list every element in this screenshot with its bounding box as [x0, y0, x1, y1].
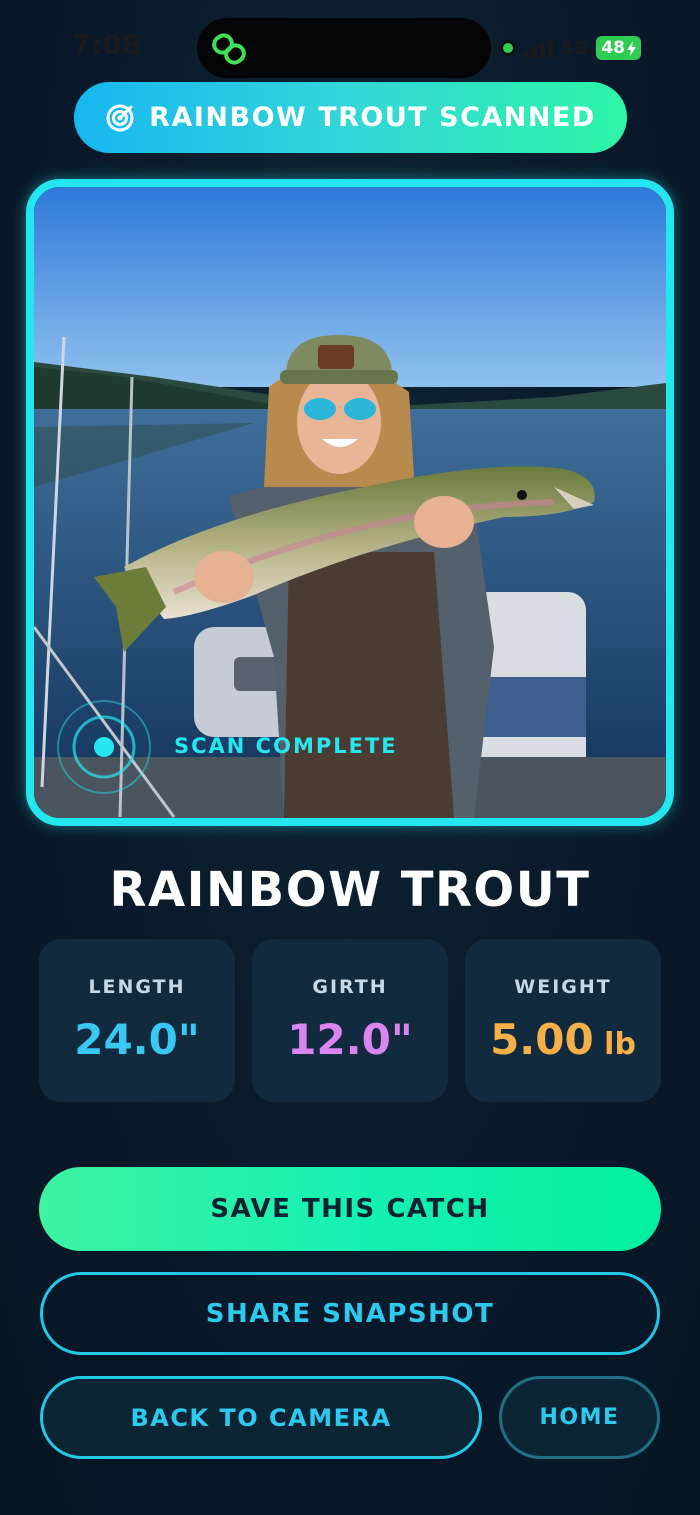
network-type: 5G — [561, 37, 589, 59]
catch-photo — [34, 187, 666, 818]
girth-number: 12.0" — [287, 1015, 413, 1064]
length-value: 24.0" — [39, 1015, 235, 1064]
scan-result-banner: RAINBOW TROUT SCANNED — [74, 82, 627, 153]
battery-icon: 48 — [596, 36, 641, 60]
charging-bolt-icon — [626, 40, 636, 56]
link-app-icon — [212, 33, 246, 65]
status-time: 7:08 — [72, 30, 142, 61]
girth-value: 12.0" — [252, 1015, 448, 1064]
stat-card-length: LENGTH 24.0" — [39, 939, 235, 1102]
share-snapshot-button[interactable]: SHARE SNAPSHOT — [40, 1272, 660, 1355]
catch-photo-frame: SCAN COMPLETE — [26, 179, 674, 826]
weight-value: 5.00 lb — [465, 1015, 661, 1064]
radar-icon — [106, 104, 134, 131]
home-button[interactable]: HOME — [499, 1376, 660, 1459]
scan-complete-label: SCAN COMPLETE — [174, 734, 398, 758]
dynamic-island — [197, 18, 491, 78]
stat-card-girth: GIRTH 12.0" — [252, 939, 448, 1102]
battery-level: 48 — [601, 38, 625, 58]
length-label: LENGTH — [88, 976, 186, 998]
girth-label: GIRTH — [312, 976, 388, 998]
stat-card-weight: WEIGHT 5.00 lb — [465, 939, 661, 1102]
weight-number: 5.00 — [490, 1015, 594, 1064]
back-to-camera-button[interactable]: BACK TO CAMERA — [40, 1376, 482, 1459]
weight-label: WEIGHT — [514, 976, 612, 998]
save-catch-button[interactable]: SAVE THIS CATCH — [39, 1167, 661, 1251]
length-number: 24.0" — [74, 1015, 200, 1064]
cellular-signal-icon — [524, 38, 553, 58]
scan-result-screen: 7:08 5G 48 RAINBOW TROUT SCANNED SCAN CO… — [0, 0, 700, 1515]
status-indicators: 5G 48 — [500, 34, 641, 62]
banner-title: RAINBOW TROUT SCANNED — [149, 102, 596, 133]
weight-unit: lb — [593, 1027, 636, 1062]
species-title: RAINBOW TROUT — [109, 862, 591, 918]
recording-indicator-icon — [500, 40, 516, 56]
